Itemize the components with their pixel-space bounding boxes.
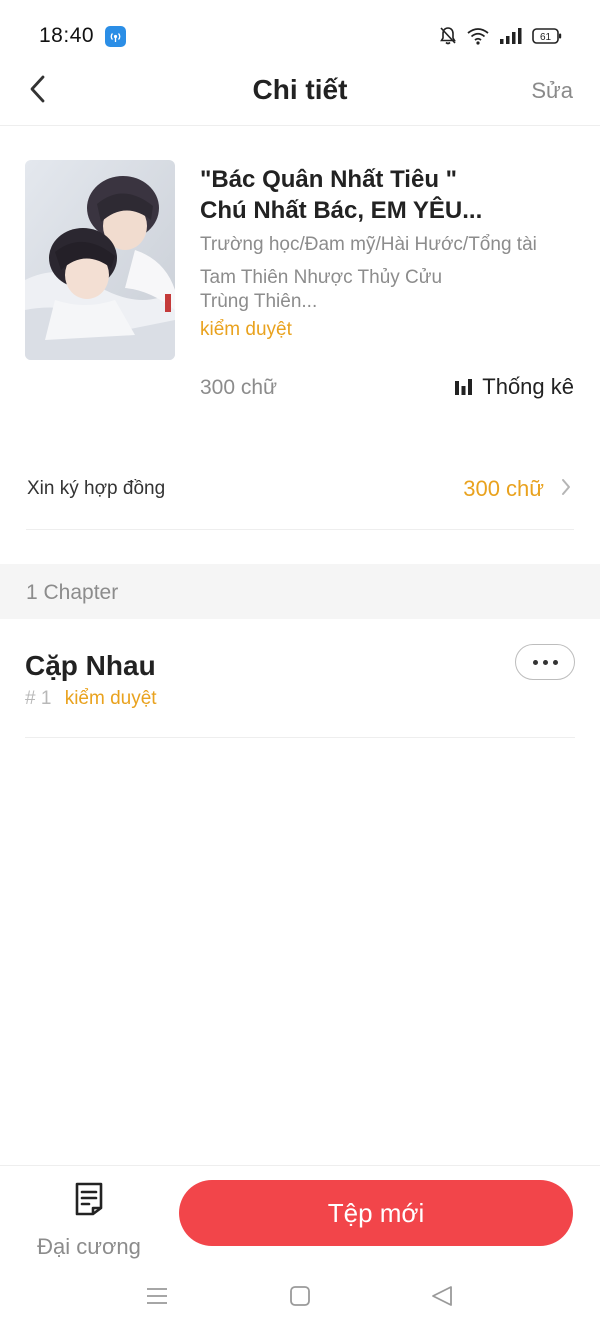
hotspot-icon — [105, 26, 126, 47]
chapter-status-badge: kiểm duyệt — [64, 688, 157, 709]
battery-icon: 61 — [532, 28, 562, 44]
bell-off-icon — [440, 27, 456, 45]
book-cover-image[interactable] — [25, 160, 175, 360]
status-icons: 61 — [439, 26, 562, 46]
signal-icon — [500, 28, 522, 44]
book-title: "Bác Quân Nhất Tiêu " Chú Nhất Bác, EM Y… — [200, 164, 575, 226]
book-title-line-2: Chú Nhất Bác, EM YÊU... — [200, 197, 483, 224]
more-options-button[interactable] — [515, 644, 575, 680]
contract-request-row[interactable]: Xin ký hợp đồng 300 chữ — [26, 458, 574, 530]
chapter-count: 1 Chapter — [26, 581, 119, 604]
outline-button[interactable]: Đại cương — [28, 1182, 150, 1262]
edit-button[interactable]: Sửa — [531, 78, 573, 104]
chapter-title: Cặp Nhau — [25, 650, 156, 681]
chevron-right-icon — [560, 477, 572, 502]
chapter-meta: # 1 kiểm duyệt — [25, 688, 157, 710]
book-word-count: 300 chữ — [200, 376, 278, 399]
page-title: Chi tiết — [252, 74, 348, 105]
document-outline-icon — [73, 1182, 105, 1221]
book-genres: Trường học/Đam mỹ/Hài Hước/Tổng tài — [200, 234, 537, 255]
wifi-icon — [467, 28, 489, 45]
statistics-button[interactable]: Thống kê — [454, 374, 574, 400]
menu-icon[interactable] — [146, 1285, 168, 1312]
chapter-section-header: 1 Chapter — [0, 564, 600, 619]
chapter-list-item[interactable]: Cặp Nhau # 1 kiểm duyệt — [25, 620, 575, 738]
book-status-badge: kiểm duyệt — [200, 319, 292, 340]
chapter-number: # 1 — [25, 688, 52, 709]
status-time: 18:40 — [39, 24, 95, 47]
bar-chart-icon — [455, 379, 473, 395]
outline-label: Đại cương — [37, 1234, 141, 1259]
book-author: Tam Thiên Nhược Thủy Cửu Trùng Thiên... — [200, 267, 443, 312]
contract-value: 300 chữ — [463, 476, 544, 501]
contract-label: Xin ký hợp đồng — [27, 478, 166, 499]
bottom-action-bar: Đại cương Tệp mới — [0, 1165, 600, 1265]
battery-level-text: 61 — [540, 32, 552, 43]
more-dot — [552, 659, 558, 665]
system-navigation-bar — [0, 1265, 600, 1333]
more-dot — [532, 659, 538, 665]
more-dot — [542, 659, 548, 665]
top-header: Chi tiết Sửa — [0, 58, 600, 126]
statistics-label: Thống kê — [482, 374, 574, 399]
book-title-line-1: "Bác Quân Nhất Tiêu " — [200, 166, 458, 193]
new-file-button[interactable]: Tệp mới — [179, 1180, 573, 1246]
back-triangle-icon[interactable] — [430, 1285, 454, 1312]
home-square-icon[interactable] — [289, 1285, 311, 1312]
